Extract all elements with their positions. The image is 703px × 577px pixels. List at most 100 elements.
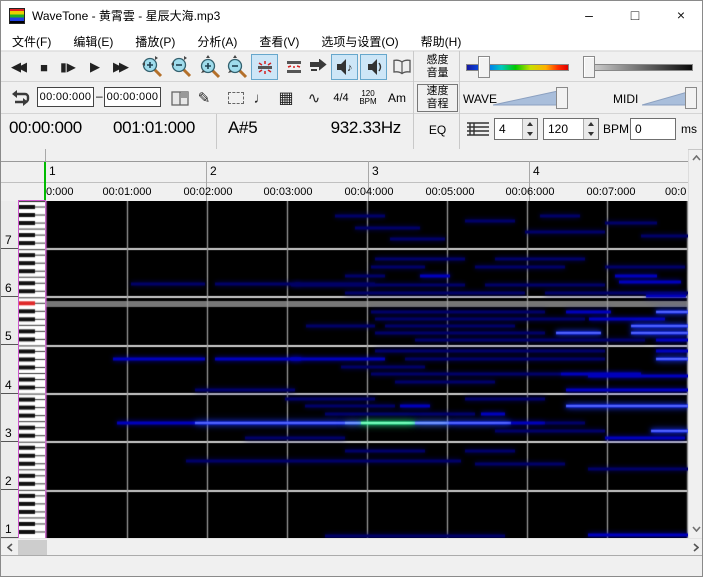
note-display: A#5 bbox=[228, 118, 257, 138]
chevron-left-icon bbox=[7, 543, 13, 552]
zoom-in-vertical-button[interactable] bbox=[197, 54, 223, 80]
wave-volume-handle[interactable] bbox=[556, 87, 568, 109]
bpm-down-button[interactable] bbox=[584, 129, 598, 139]
chevron-down-icon bbox=[692, 526, 701, 532]
scroll-left-button[interactable] bbox=[1, 539, 18, 556]
playhead-marker[interactable] bbox=[44, 162, 46, 201]
split-view-button[interactable] bbox=[168, 85, 192, 111]
auto-scroll-button[interactable] bbox=[307, 54, 329, 80]
zoom-out-horizontal-icon bbox=[169, 56, 193, 78]
vertical-scrollbar[interactable] bbox=[688, 150, 703, 538]
menu-edit[interactable]: 编辑(E) bbox=[62, 31, 124, 51]
rewind-button[interactable]: ◀◀ bbox=[6, 54, 32, 80]
wave-volume-wedge[interactable] bbox=[493, 88, 559, 106]
chevron-up-icon bbox=[692, 155, 701, 161]
vertical-scroll-track[interactable] bbox=[689, 166, 703, 521]
close-button[interactable]: × bbox=[658, 1, 703, 31]
beats-down-button[interactable] bbox=[523, 129, 537, 139]
octave-label: 1 bbox=[5, 522, 12, 536]
zoom-out-horizontal-button[interactable] bbox=[168, 54, 194, 80]
horizontal-scrollbar[interactable] bbox=[1, 538, 703, 555]
tab-sensitivity-volume[interactable]: 感度 音量 bbox=[417, 53, 458, 81]
sensitivity-slider-handle[interactable] bbox=[478, 56, 490, 78]
zoom-out-vertical-button[interactable] bbox=[225, 54, 249, 80]
fast-forward-button[interactable]: ▶▶ bbox=[108, 54, 134, 80]
menu-options[interactable]: 选项与设置(O) bbox=[310, 31, 409, 51]
spectrogram-canvas[interactable] bbox=[45, 201, 688, 538]
current-time-display: 00:00:000 bbox=[9, 118, 82, 138]
timeline-ruler[interactable]: 1 2 3 4 0:000 00:01:000 00:02:000 00:03:… bbox=[1, 149, 688, 201]
range-dash: – bbox=[96, 89, 103, 103]
menu-view[interactable]: 查看(V) bbox=[248, 31, 310, 51]
bpm-spinner[interactable]: 120 bbox=[543, 118, 599, 140]
ms-unit-label: ms bbox=[681, 122, 697, 136]
zoom-in-horizontal-button[interactable] bbox=[138, 54, 166, 80]
octave-label: 4 bbox=[5, 378, 12, 392]
stop-button[interactable]: ■ bbox=[34, 54, 54, 80]
time-label: 0:000 bbox=[46, 186, 74, 198]
measure-position-display: 001:01:000 bbox=[113, 118, 195, 138]
bpm-unit-label: BPM bbox=[603, 122, 629, 136]
scroll-right-button[interactable] bbox=[687, 539, 703, 556]
beats-spinner[interactable]: 4 bbox=[494, 118, 538, 140]
sine-icon: ∿ bbox=[308, 89, 321, 107]
play-wave-sound-button[interactable]: ♪ bbox=[331, 54, 358, 80]
volume-slider-handle[interactable] bbox=[583, 56, 595, 78]
minimize-button[interactable]: – bbox=[566, 1, 612, 31]
key-button[interactable]: Am bbox=[385, 85, 409, 111]
octave-label: 7 bbox=[5, 233, 12, 247]
measure-number: 4 bbox=[533, 164, 540, 178]
menu-bar: 文件(F)编辑(E)播放(P)分析(A)查看(V)选项与设置(O)帮助(H) bbox=[1, 31, 703, 51]
speaker-note-icon: ♪ bbox=[335, 58, 355, 76]
app-icon bbox=[9, 8, 25, 24]
play-button[interactable]: ▶ bbox=[85, 54, 105, 80]
offset-value: 0 bbox=[631, 119, 675, 139]
midi-volume-label: MIDI bbox=[613, 92, 638, 106]
tempo-label: 120BPM bbox=[359, 90, 376, 106]
peak-highlight-button[interactable] bbox=[251, 54, 278, 80]
octave-label: 3 bbox=[5, 426, 12, 440]
time-signature-button[interactable]: 4/4 bbox=[329, 85, 353, 111]
tab-eq[interactable]: EQ bbox=[417, 115, 458, 145]
frequency-display: 932.33Hz bbox=[281, 118, 401, 138]
pause-play-button[interactable]: ▮▶ bbox=[57, 54, 79, 80]
loop-start-field[interactable]: 00:00:000 bbox=[37, 87, 94, 107]
score-book-button[interactable] bbox=[390, 54, 414, 80]
tab-speed-pitch[interactable]: 速度 音程 bbox=[417, 84, 458, 112]
play-icon: ▶ bbox=[90, 59, 100, 75]
measure-number: 3 bbox=[372, 164, 379, 178]
tempo-button[interactable]: 120BPM bbox=[355, 85, 381, 111]
wave-volume-label: WAVE bbox=[463, 92, 497, 106]
maximize-button[interactable]: □ bbox=[612, 1, 658, 31]
menu-play[interactable]: 播放(P) bbox=[124, 31, 186, 51]
octave-label-column: 7 6 5 4 3 2 1 bbox=[1, 201, 19, 538]
midi-volume-handle[interactable] bbox=[685, 87, 697, 109]
select-region-button[interactable] bbox=[225, 85, 247, 111]
pencil-icon: ✎ bbox=[198, 89, 211, 107]
menu-analyze[interactable]: 分析(A) bbox=[186, 31, 248, 51]
piano-keyboard[interactable] bbox=[19, 201, 45, 538]
scroll-up-button[interactable] bbox=[689, 150, 703, 166]
bpm-up-button[interactable] bbox=[584, 119, 598, 129]
grid-view-button[interactable]: ▦ bbox=[274, 85, 298, 111]
menu-file[interactable]: 文件(F) bbox=[1, 31, 62, 51]
menu-help[interactable]: 帮助(H) bbox=[410, 31, 473, 51]
peak-highlight-all-icon bbox=[284, 58, 304, 76]
loop-button[interactable] bbox=[7, 85, 33, 111]
key-label: Am bbox=[388, 91, 406, 105]
loop-end-field[interactable]: 00:00:000 bbox=[104, 87, 161, 107]
play-midi-sound-button[interactable] bbox=[360, 54, 387, 80]
offset-input[interactable]: 0 bbox=[630, 118, 676, 140]
book-icon bbox=[392, 59, 412, 75]
edit-pencil-button[interactable]: ✎ bbox=[195, 85, 213, 111]
peak-highlight-all-button[interactable] bbox=[281, 54, 306, 80]
rewind-icon: ◀◀ bbox=[11, 59, 23, 75]
waveform-view-button[interactable]: ∿ bbox=[303, 85, 325, 111]
beats-up-button[interactable] bbox=[523, 119, 537, 129]
note-input-button[interactable]: ♩ bbox=[253, 85, 269, 111]
volume-slider[interactable] bbox=[586, 64, 693, 71]
scroll-down-button[interactable] bbox=[689, 521, 703, 537]
measure-number: 1 bbox=[49, 164, 56, 178]
title-bar: WaveTone - 黄霄雲 - 星辰大海.mp3 – □ × bbox=[1, 1, 703, 31]
horizontal-scroll-thumb[interactable] bbox=[18, 540, 47, 555]
